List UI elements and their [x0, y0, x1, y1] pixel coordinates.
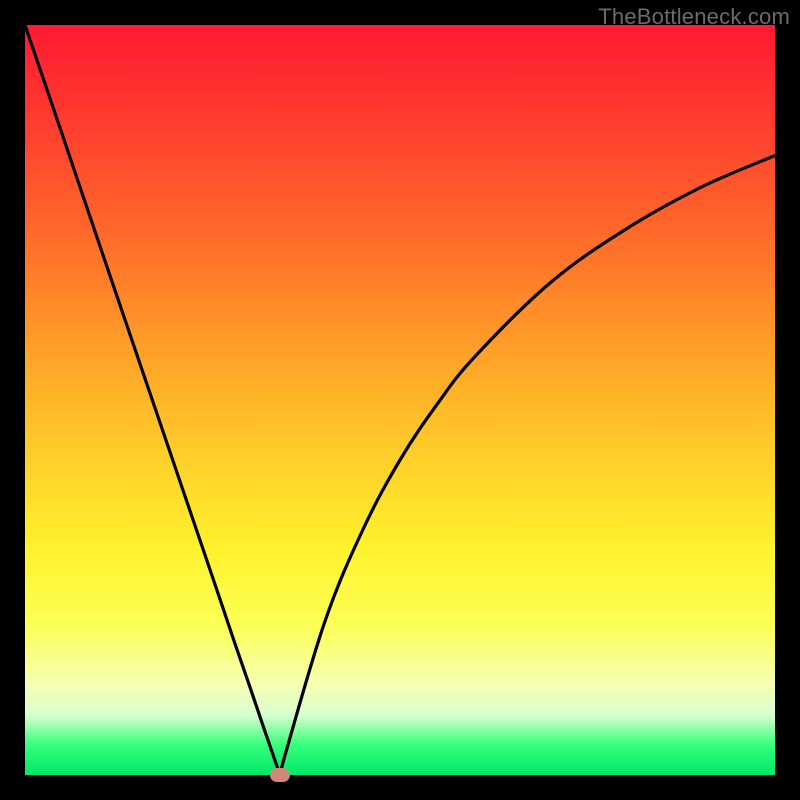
- watermark-text: TheBottleneck.com: [598, 4, 790, 30]
- optimum-marker: [270, 768, 290, 782]
- plot-area: [25, 25, 775, 775]
- bottleneck-curve: [25, 25, 775, 775]
- chart-frame: TheBottleneck.com: [0, 0, 800, 800]
